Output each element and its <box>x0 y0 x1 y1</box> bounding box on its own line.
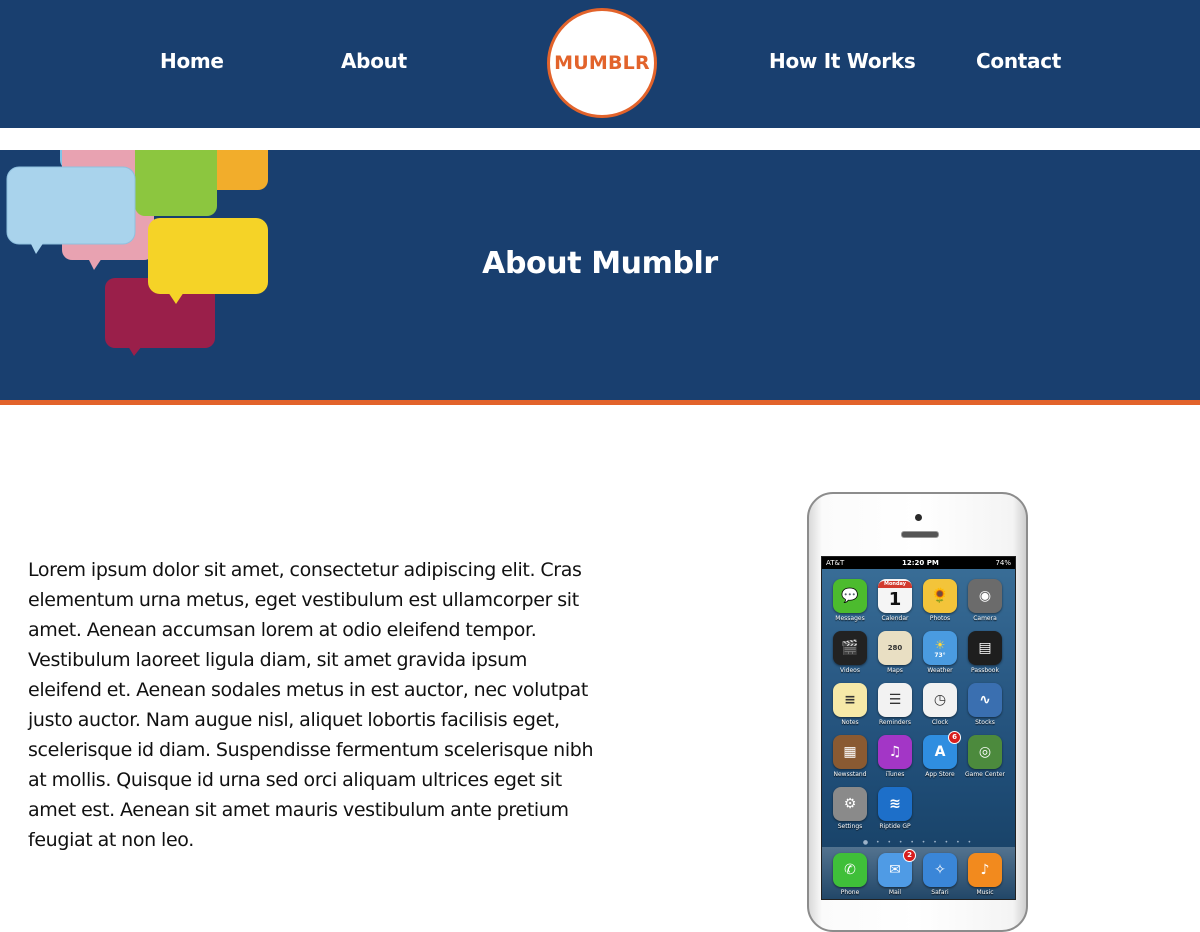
app-label: iTunes <box>885 771 905 778</box>
page-indicator: ● • • • • • • • • • <box>862 839 975 846</box>
app-settings: ⚙ Settings <box>828 787 872 830</box>
calendar-icon: Monday 1 <box>878 579 912 613</box>
app-game-center: ◎ Game Center <box>963 735 1007 778</box>
app-reminders: ☰ Reminders <box>873 683 917 726</box>
app-safari: ✧ Safari <box>918 853 962 896</box>
app-weather: ☀ 73° Weather <box>918 631 962 674</box>
hero-banner: About Mumblr <box>0 150 1200 400</box>
app-label: Clock <box>931 719 949 726</box>
app-phone: ✆ Phone <box>828 853 872 896</box>
app-dock: ✆ Phone ✉ 2 Mail ✧ Safari ♪ Music <box>822 847 1015 899</box>
nav-home-link[interactable]: Home <box>160 49 224 73</box>
app-calendar: Monday 1 Calendar <box>873 579 917 622</box>
app-messages: 💬 Messages <box>828 579 872 622</box>
app-label: Phone <box>840 889 860 896</box>
game-center-icon: ◎ <box>968 735 1002 769</box>
phone-status-bar: AT&T 12:20 PM 74% <box>822 557 1015 569</box>
music-icon: ♪ <box>968 853 1002 887</box>
app-label: Newsstand <box>833 771 867 778</box>
hero-divider <box>0 400 1200 405</box>
maps-icon: 280 <box>878 631 912 665</box>
app-notes: ≡ Notes <box>828 683 872 726</box>
app-newsstand: ▦ Newsstand <box>828 735 872 778</box>
top-navigation: Home About MUMBLR How It Works Contact <box>0 0 1200 128</box>
app-maps: 280 Maps <box>873 631 917 674</box>
about-paragraph: Lorem ipsum dolor sit amet, consectetur … <box>28 559 594 851</box>
carrier-label: AT&T <box>826 559 845 567</box>
itunes-icon: ♫ <box>878 735 912 769</box>
notification-badge: 2 <box>903 849 916 862</box>
app-label: Stocks <box>975 719 995 726</box>
app-photos: 🌻 Photos <box>918 579 962 622</box>
app-label: Settings <box>837 823 863 830</box>
app-label: Riptide GP <box>879 823 911 830</box>
nav-about-link[interactable]: About <box>341 49 407 73</box>
riptide-gp-icon: ≋ <box>878 787 912 821</box>
app-mail: ✉ 2 Mail <box>873 849 917 896</box>
videos-icon: 🎬 <box>833 631 867 665</box>
calendar-weekday: Monday <box>878 580 912 588</box>
mail-icon: ✉ 2 <box>878 849 916 887</box>
messages-icon: 💬 <box>833 579 867 613</box>
battery-label: 74% <box>995 559 1011 567</box>
phone-icon: ✆ <box>833 853 867 887</box>
clock-label: 12:20 PM <box>902 559 939 567</box>
app-label: Reminders <box>879 719 911 726</box>
passbook-icon: ▤ <box>968 631 1002 665</box>
app-passbook: ▤ Passbook <box>963 631 1007 674</box>
app-label: App Store <box>925 771 955 778</box>
app-itunes: ♫ iTunes <box>873 735 917 778</box>
iphone-image: AT&T 12:20 PM 74% 💬 Messages Monday 1 Calend… <box>807 492 1028 932</box>
app-riptide-gp: ≋ Riptide GP <box>873 787 917 830</box>
app-clock: ◷ Clock <box>918 683 962 726</box>
app-label: Messages <box>835 615 865 622</box>
notes-icon: ≡ <box>833 683 867 717</box>
calendar-day: 1 <box>888 588 902 610</box>
phone-screen: AT&T 12:20 PM 74% 💬 Messages Monday 1 Calend… <box>821 556 1016 900</box>
app-label: Music <box>976 889 994 896</box>
mumblr-logo[interactable]: MUMBLR <box>547 8 657 118</box>
app-music: ♪ Music <box>963 853 1007 896</box>
weather-temperature: 73° <box>934 651 946 659</box>
newsstand-icon: ▦ <box>833 735 867 769</box>
app-label: Calendar <box>881 615 909 622</box>
app-app-store: A 6 App Store <box>918 731 962 778</box>
app-label: Mail <box>888 889 902 896</box>
reminders-icon: ☰ <box>878 683 912 717</box>
app-camera: ◉ Camera <box>963 579 1007 622</box>
safari-icon: ✧ <box>923 853 957 887</box>
app-label: Notes <box>841 719 859 726</box>
nav-contact-link[interactable]: Contact <box>976 49 1061 73</box>
app-label: Maps <box>887 667 903 674</box>
app-stocks: ∿ Stocks <box>963 683 1007 726</box>
app-videos: 🎬 Videos <box>828 631 872 674</box>
app-label: Safari <box>931 889 949 896</box>
weather-icon: ☀ 73° <box>923 631 957 665</box>
notification-badge: 6 <box>948 731 961 744</box>
camera-icon: ◉ <box>968 579 1002 613</box>
app-store-icon: A6 <box>923 731 961 769</box>
phone-speaker <box>901 531 939 538</box>
photos-icon: 🌻 <box>923 579 957 613</box>
app-label: Videos <box>840 667 860 674</box>
nav-how-it-works-link[interactable]: How It Works <box>769 49 916 73</box>
app-label: Passbook <box>971 667 999 674</box>
app-label: Weather <box>927 667 953 674</box>
settings-icon: ⚙ <box>833 787 867 821</box>
clock-icon: ◷ <box>923 683 957 717</box>
app-label: Photos <box>929 615 951 622</box>
app-label: Game Center <box>965 771 1005 778</box>
app-label: Camera <box>973 615 997 622</box>
page-title: About Mumblr <box>482 246 718 281</box>
phone-camera-icon <box>915 514 922 521</box>
stocks-icon: ∿ <box>968 683 1002 717</box>
